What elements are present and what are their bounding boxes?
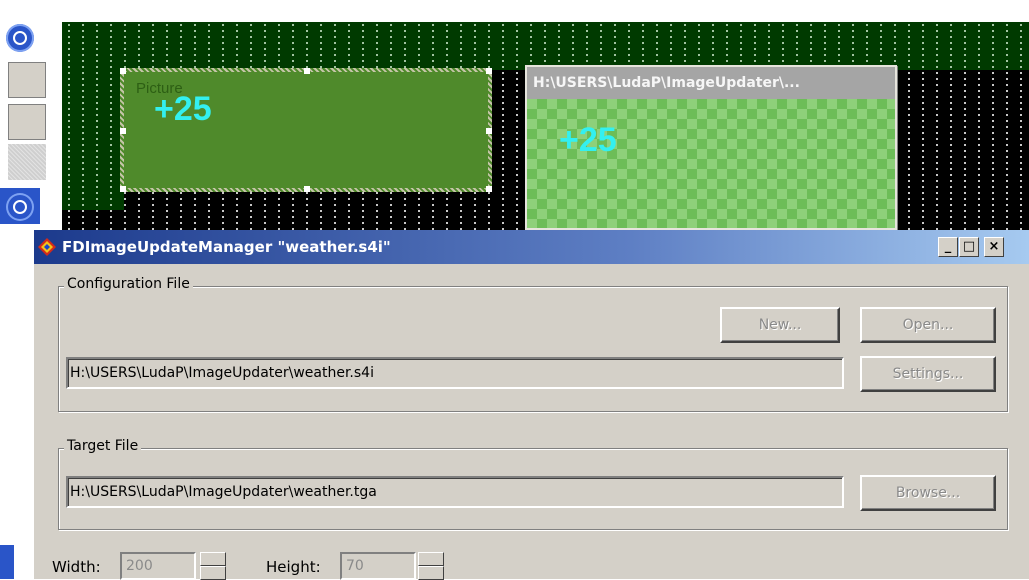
new-button[interactable]: New... xyxy=(720,307,840,343)
config-path-field[interactable]: H:\USERS\LudaP\ImageUpdater\weather.s4i xyxy=(66,357,844,389)
canvas-green-region xyxy=(62,22,1029,70)
resize-handle[interactable] xyxy=(120,128,126,134)
resize-handle[interactable] xyxy=(120,186,126,192)
resize-handle[interactable] xyxy=(486,186,492,192)
image-update-manager-dialog: FDImageUpdateManager "weather.s4i" _ □ ×… xyxy=(32,230,1029,580)
spin-up-icon[interactable] xyxy=(418,552,444,566)
picture-element[interactable]: Picture +25 xyxy=(120,68,492,192)
configuration-file-legend: Configuration File xyxy=(64,276,193,292)
close-button[interactable]: × xyxy=(984,237,1004,257)
picture-value: +25 xyxy=(154,90,212,128)
preview-title[interactable]: H:\USERS\LudaP\ImageUpdater\... xyxy=(527,67,895,99)
minimize-button[interactable]: _ xyxy=(938,237,958,257)
width-spinner[interactable] xyxy=(200,552,226,580)
open-button[interactable]: Open... xyxy=(860,307,996,343)
chevron-down-icon[interactable] xyxy=(6,193,34,221)
app-diamond-icon xyxy=(38,238,56,256)
width-input[interactable]: 200 xyxy=(120,552,196,580)
sidebar-hatched-panel xyxy=(8,144,46,180)
chevron-down-icon[interactable] xyxy=(6,24,34,52)
resize-handle[interactable] xyxy=(304,186,310,192)
resize-handle[interactable] xyxy=(486,68,492,74)
width-label: Width: xyxy=(52,558,101,576)
height-label: Height: xyxy=(266,558,321,576)
preview-image: +25 xyxy=(527,99,895,228)
resize-handle[interactable] xyxy=(120,68,126,74)
height-spinner[interactable] xyxy=(418,552,444,580)
target-path-field[interactable]: H:\USERS\LudaP\ImageUpdater\weather.tga xyxy=(66,476,844,508)
dialog-titlebar[interactable]: FDImageUpdateManager "weather.s4i" _ □ × xyxy=(34,230,1029,264)
maximize-button[interactable]: □ xyxy=(959,237,979,257)
settings-button[interactable]: Settings... xyxy=(860,356,996,392)
canvas-green-region xyxy=(62,70,124,210)
preview-value: +25 xyxy=(559,121,617,159)
browse-button[interactable]: Browse... xyxy=(860,475,996,511)
height-input[interactable]: 70 xyxy=(340,552,416,580)
resize-handle[interactable] xyxy=(304,68,310,74)
spin-down-icon[interactable] xyxy=(418,566,444,580)
target-file-legend: Target File xyxy=(64,438,142,454)
resize-handle[interactable] xyxy=(486,128,492,134)
configuration-file-group xyxy=(58,286,1008,412)
spin-up-icon[interactable] xyxy=(200,552,226,566)
spin-down-icon[interactable] xyxy=(200,566,226,580)
preview-window[interactable]: H:\USERS\LudaP\ImageUpdater\... +25 xyxy=(525,65,897,230)
dialog-title: FDImageUpdateManager "weather.s4i" xyxy=(62,238,391,256)
sidebar-button[interactable] xyxy=(8,62,46,98)
sidebar-button[interactable] xyxy=(8,104,46,140)
sidebar-blue-bar xyxy=(0,545,14,579)
